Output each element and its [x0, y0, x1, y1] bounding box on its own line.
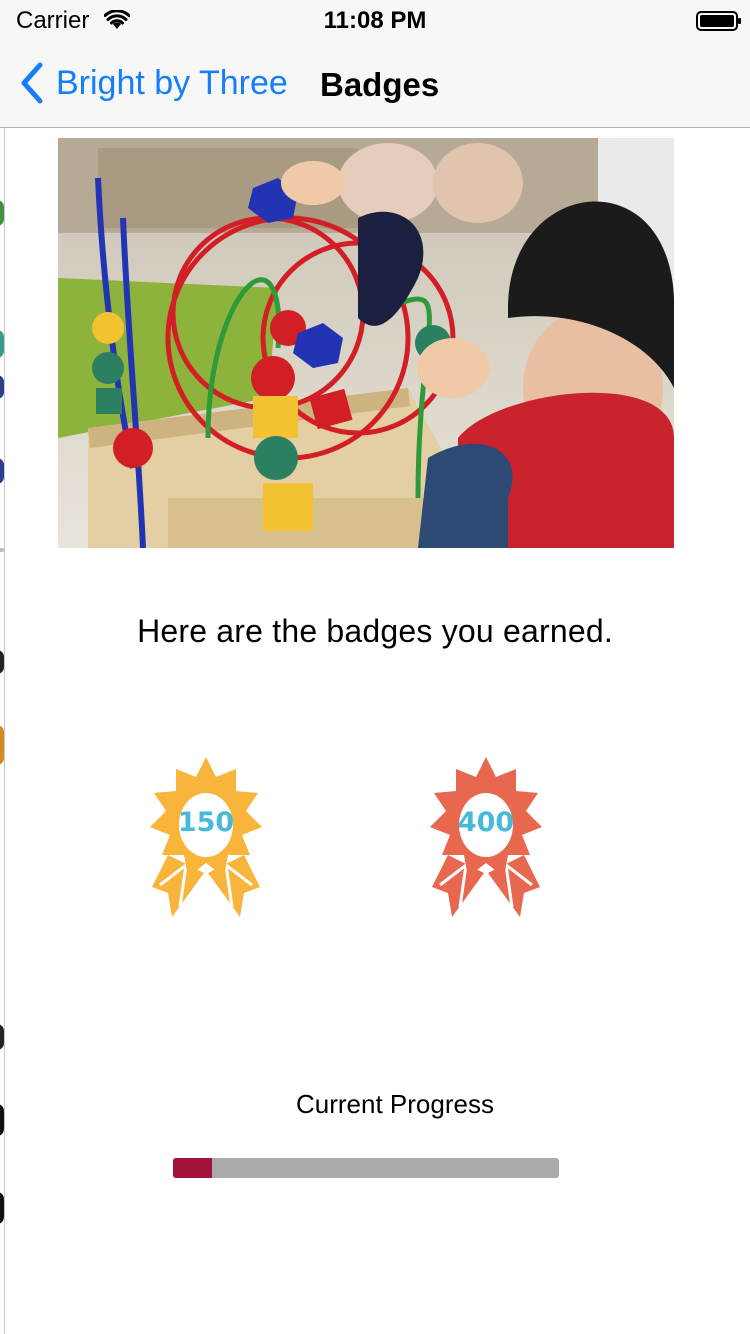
badge-ribbon-icon	[150, 757, 262, 917]
battery-icon	[696, 11, 741, 31]
status-bar: Carrier 11:08 PM	[0, 0, 750, 40]
hero-photo	[58, 138, 674, 548]
progress-bar	[173, 1158, 559, 1178]
page-title: Badges	[320, 66, 440, 103]
underlying-screen-bleed	[0, 180, 6, 1240]
badges-intro-text: Here are the badges you earned.	[137, 613, 613, 649]
progress-bar-fill	[173, 1158, 212, 1178]
badge-ribbon-icon	[430, 757, 542, 917]
badge-400[interactable]: 400	[426, 755, 546, 925]
badge-150[interactable]: 150	[146, 755, 266, 925]
back-button-label: Bright by Three	[56, 63, 288, 102]
badge-value: 400	[457, 807, 515, 838]
clock: 11:08 PM	[323, 7, 427, 34]
back-button[interactable]: Bright by Three	[18, 60, 288, 106]
badge-value: 150	[177, 807, 235, 838]
progress-label: Current Progress	[296, 1089, 494, 1119]
chevron-left-icon	[21, 62, 43, 104]
